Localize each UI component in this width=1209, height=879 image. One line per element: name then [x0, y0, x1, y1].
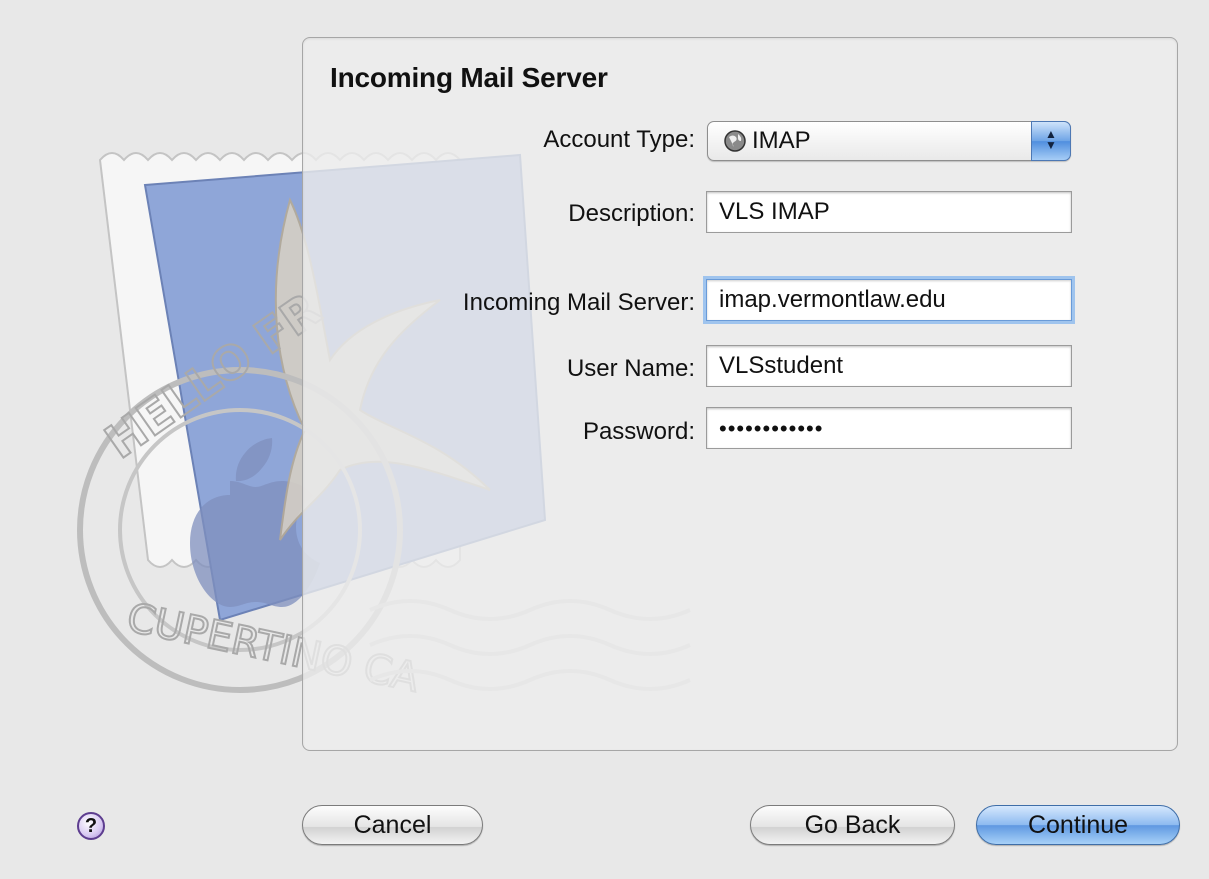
globe-icon	[724, 130, 746, 152]
description-label: Description:	[568, 200, 695, 227]
user-name-field[interactable]: VLSstudent	[706, 345, 1072, 387]
go-back-button[interactable]: Go Back	[750, 805, 955, 845]
cancel-button[interactable]: Cancel	[302, 805, 483, 845]
help-button[interactable]: ?	[77, 812, 105, 840]
panel-title: Incoming Mail Server	[330, 62, 608, 93]
user-name-label: User Name:	[566, 355, 695, 382]
account-type-value: IMAP	[752, 127, 811, 154]
incoming-server-label: Incoming Mail Server:	[462, 289, 695, 316]
description-field[interactable]: VLS IMAP	[706, 191, 1072, 233]
account-type-popup[interactable]: IMAP ▲ ▼	[707, 121, 1071, 161]
password-label: Password:	[582, 418, 695, 445]
incoming-server-field[interactable]: imap.vermontlaw.edu	[706, 279, 1072, 321]
account-type-label: Account Type:	[543, 126, 695, 153]
popup-arrows-icon[interactable]: ▲ ▼	[1031, 121, 1071, 161]
password-field[interactable]: ••••••••••••	[706, 407, 1072, 449]
continue-button[interactable]: Continue	[976, 805, 1180, 845]
